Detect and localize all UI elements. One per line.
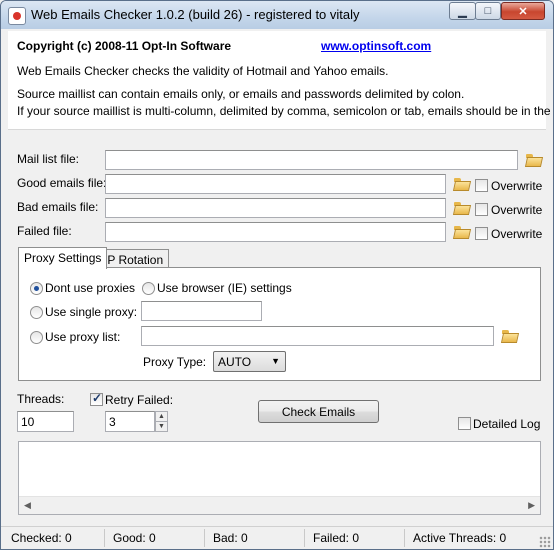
bad-overwrite-checkbox[interactable] — [475, 203, 488, 216]
failed-overwrite-label: Overwrite — [491, 227, 543, 241]
threads-label: Threads: — [17, 392, 65, 406]
retry-failed-label: Retry Failed: — [105, 393, 174, 407]
proxy-list-input[interactable] — [141, 326, 494, 346]
good-overwrite-checkbox[interactable] — [475, 179, 488, 192]
status-active-threads: Active Threads: 0 — [413, 531, 507, 545]
main-window: Web Emails Checker 1.0.2 (build 26) - re… — [0, 0, 554, 550]
failed-file-label: Failed file: — [17, 224, 72, 238]
spin-down-icon[interactable]: ▼ — [155, 421, 168, 432]
tab-ip-rotation-label: IP Rotation — [104, 253, 164, 267]
resize-grip-icon[interactable] — [539, 536, 551, 548]
bad-overwrite-label: Overwrite — [491, 203, 543, 217]
bad-emails-label: Bad emails file: — [17, 200, 99, 214]
browser-settings-radio[interactable] — [142, 282, 155, 295]
title-bar[interactable]: Web Emails Checker 1.0.2 (build 26) - re… — [1, 1, 553, 29]
tab-proxy-settings-label: Proxy Settings — [24, 251, 102, 265]
mail-list-input[interactable] — [105, 150, 518, 170]
maximize-button[interactable]: □ — [475, 2, 501, 20]
browse-bad-emails-icon[interactable] — [454, 202, 470, 215]
app-icon — [8, 7, 26, 25]
browse-mail-list-icon[interactable] — [526, 154, 542, 167]
detailed-log-checkbox[interactable] — [458, 417, 471, 430]
minimize-icon: ▁ — [458, 5, 467, 18]
proxy-type-label: Proxy Type: — [143, 355, 207, 369]
failed-file-input[interactable] — [105, 222, 446, 242]
chevron-down-icon: ▼ — [271, 356, 280, 366]
website-link[interactable]: www.optinsoft.com — [321, 39, 431, 53]
detailed-log-label: Detailed Log — [473, 417, 541, 431]
browse-proxy-list-icon[interactable] — [502, 330, 518, 343]
single-proxy-input[interactable] — [141, 301, 262, 321]
good-emails-label: Good emails file: — [17, 176, 107, 190]
close-button[interactable]: ✕ — [501, 2, 545, 20]
scroll-right-icon[interactable]: ▶ — [528, 500, 535, 511]
proxy-type-select[interactable]: AUTO ▼ — [213, 351, 286, 372]
browser-settings-label: Use browser (IE) settings — [157, 281, 292, 295]
log-output[interactable]: ◀ ▶ — [18, 441, 541, 515]
status-checked: Checked: 0 — [5, 529, 105, 547]
single-proxy-label: Use single proxy: — [45, 305, 138, 319]
failed-overwrite-checkbox[interactable] — [475, 227, 488, 240]
proxy-list-label: Use proxy list: — [45, 330, 121, 344]
tab-ip-rotation[interactable]: IP Rotation — [98, 249, 170, 269]
bad-emails-input[interactable] — [105, 198, 446, 218]
log-horizontal-scrollbar[interactable]: ◀ ▶ — [19, 496, 540, 514]
retry-failed-checkbox[interactable] — [90, 391, 103, 406]
check-emails-button[interactable]: Check Emails — [258, 400, 379, 423]
maximize-icon: □ — [484, 5, 492, 17]
single-proxy-radio[interactable] — [30, 306, 43, 319]
description-text: Web Emails Checker checks the validity o… — [17, 64, 389, 78]
close-icon: ✕ — [518, 5, 528, 18]
tab-proxy-settings[interactable]: Proxy Settings — [18, 247, 108, 269]
status-bad: Bad: 0 — [207, 529, 305, 547]
check-emails-button-label: Check Emails — [281, 404, 356, 419]
minimize-button[interactable]: ▁ — [449, 2, 476, 20]
good-overwrite-label: Overwrite — [491, 179, 543, 193]
browse-good-emails-icon[interactable] — [454, 178, 470, 191]
good-emails-input[interactable] — [105, 174, 446, 194]
proxy-type-value: AUTO — [218, 355, 252, 369]
retry-count-input[interactable] — [105, 411, 155, 432]
status-failed: Failed: 0 — [307, 529, 405, 547]
copyright-text: Copyright (c) 2008-11 Opt-In Software — [17, 39, 232, 53]
status-good: Good: 0 — [107, 529, 205, 547]
proxy-list-radio[interactable] — [30, 331, 43, 344]
browse-failed-file-icon[interactable] — [454, 226, 470, 239]
scroll-left-icon[interactable]: ◀ — [24, 500, 31, 511]
status-bar: Checked: 0 Good: 0 Bad: 0 Failed: 0 Acti… — [1, 526, 553, 549]
mail-list-label: Mail list file: — [17, 152, 80, 166]
dont-use-proxies-radio[interactable] — [30, 282, 43, 295]
source-note-2: If your source maillist is multi-column,… — [17, 104, 553, 118]
window-title: Web Emails Checker 1.0.2 (build 26) - re… — [31, 7, 360, 22]
threads-input[interactable] — [17, 411, 74, 432]
source-note-1: Source maillist can contain emails only,… — [17, 87, 465, 101]
dont-use-proxies-label: Dont use proxies — [45, 281, 136, 295]
